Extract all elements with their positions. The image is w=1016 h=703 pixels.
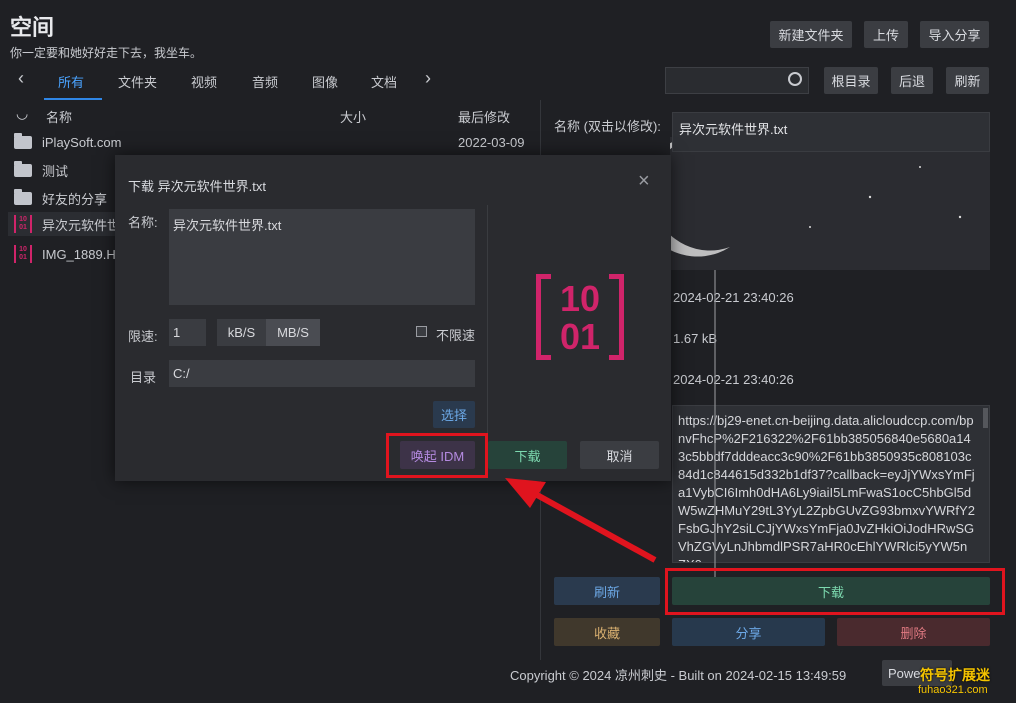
list-item-selected[interactable]: 10 01 异次元软件世: [8, 212, 124, 236]
dialog-name-label: 名称:: [128, 215, 158, 230]
copyright: Copyright © 2024 凉州刺史 - Built on 2024-02…: [510, 668, 847, 683]
delete-button[interactable]: 删除: [837, 618, 990, 646]
column-size[interactable]: 大小: [340, 107, 366, 126]
list-item[interactable]: 10 01 IMG_1889.H: [14, 242, 116, 266]
speed-input[interactable]: 1: [169, 319, 206, 346]
folder-icon: [14, 160, 32, 177]
unlimited-label: 不限速: [436, 328, 476, 343]
back-button[interactable]: 后退: [891, 67, 933, 94]
root-button[interactable]: 根目录: [824, 67, 878, 94]
binary-file-icon: 10 01: [14, 215, 32, 233]
list-item[interactable]: 测试: [14, 158, 68, 182]
decorative-line: [714, 270, 716, 600]
icon-bracket-part: [609, 355, 624, 360]
url-scrollbar[interactable]: [983, 408, 988, 428]
file-name-input[interactable]: 异次元软件世界.txt: [672, 112, 990, 152]
list-item[interactable]: iPlaySoft.com: [14, 130, 121, 154]
new-folder-button[interactable]: 新建文件夹: [770, 21, 852, 48]
tab-audio[interactable]: 音频: [252, 72, 278, 91]
file-name: 好友的分享: [42, 191, 108, 207]
tab-videos[interactable]: 视频: [191, 72, 217, 91]
created-time: 2024-02-21 23:40:26: [673, 290, 794, 305]
watermark-url: fuhao321.com: [918, 684, 988, 696]
tab-all[interactable]: 所有: [58, 72, 84, 91]
refresh-button[interactable]: 刷新: [946, 67, 989, 94]
select-all-icon[interactable]: ◡: [16, 105, 28, 122]
folder-icon: [14, 132, 32, 149]
share-button[interactable]: 分享: [672, 618, 825, 646]
download-url-field[interactable]: https://bj29-enet.cn-beijing.data.aliclo…: [672, 405, 990, 563]
tabs-prev-icon[interactable]: ‹: [18, 68, 24, 89]
unit-mb-button[interactable]: MB/S: [266, 319, 320, 346]
favorite-button[interactable]: 收藏: [554, 618, 660, 646]
file-name: iPlaySoft.com: [42, 134, 122, 150]
choose-dir-button[interactable]: 选择: [433, 401, 475, 428]
column-name[interactable]: 名称: [46, 107, 72, 126]
binary-icon-top: 10: [559, 278, 601, 319]
dialog-title: 下载 异次元软件世界.txt: [128, 179, 266, 194]
dir-label: 目录: [130, 370, 157, 385]
binary-file-icon: 10 01: [14, 245, 32, 263]
file-name: IMG_1889.H: [42, 246, 116, 262]
file-preview-image: [670, 137, 990, 270]
file-size: 1.67 kB: [673, 331, 718, 346]
close-icon[interactable]: ×: [638, 170, 650, 193]
page-subtitle: 你一定要和她好好走下去，我坐车。: [10, 46, 203, 60]
upload-button[interactable]: 上传: [864, 21, 908, 48]
dialog-download-button[interactable]: 下载: [488, 441, 567, 469]
panel-refresh-button[interactable]: 刷新: [554, 577, 660, 605]
import-share-button[interactable]: 导入分享: [920, 21, 989, 48]
search-icon[interactable]: [788, 72, 802, 86]
speed-label: 限速:: [128, 329, 158, 344]
name-label: 名称 (双击以修改):: [554, 119, 661, 134]
highlight-box: [386, 433, 488, 478]
folder-icon: [14, 188, 32, 205]
column-modified[interactable]: 最后修改: [458, 107, 510, 126]
dialog-cancel-button[interactable]: 取消: [580, 441, 659, 469]
icon-bracket-part: [536, 355, 551, 360]
tab-underline: [44, 98, 102, 100]
tabs-next-icon[interactable]: ›: [425, 68, 431, 89]
watermark-text: 符号扩展迷: [920, 667, 990, 683]
file-name: 测试: [42, 163, 69, 179]
modified-time: 2024-02-21 23:40:26: [673, 372, 794, 387]
dir-input[interactable]: C:/: [169, 360, 475, 387]
icon-bracket-part: [609, 274, 624, 279]
unlimited-checkbox[interactable]: [416, 326, 427, 337]
list-item[interactable]: 好友的分享: [14, 186, 107, 210]
tab-images[interactable]: 图像: [312, 72, 338, 91]
unit-kb-button[interactable]: kB/S: [217, 319, 266, 346]
highlight-box: [665, 568, 1005, 615]
binary-icon-bottom: 01: [559, 316, 601, 357]
tab-folders[interactable]: 文件夹: [118, 72, 157, 91]
page-title: 空间: [10, 15, 55, 40]
file-modified: 2022-03-09: [458, 135, 525, 150]
icon-bracket-part: [536, 274, 551, 279]
dialog-name-input[interactable]: 异次元软件世界.txt: [169, 209, 475, 305]
file-name: 异次元软件世: [42, 217, 121, 233]
tab-documents[interactable]: 文档: [371, 72, 397, 91]
annotation-arrow: [505, 478, 657, 563]
